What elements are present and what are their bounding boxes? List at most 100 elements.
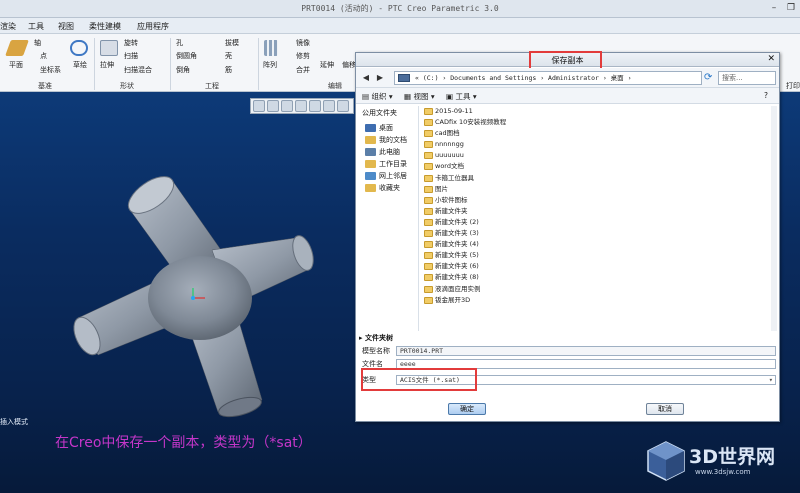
file-row[interactable]: 新建文件夹 (5) bbox=[421, 250, 777, 261]
file-row[interactable]: 图片 bbox=[421, 184, 777, 195]
shell-button[interactable]: 壳 bbox=[225, 51, 232, 61]
round-button[interactable]: 倒圆角 bbox=[176, 51, 197, 61]
repaint-icon[interactable] bbox=[295, 100, 307, 112]
file-row[interactable]: 新建文件夹 (8) bbox=[421, 272, 777, 283]
file-name: CADfix 10安装视频教程 bbox=[435, 118, 507, 127]
file-row[interactable]: 新建文件夹 bbox=[421, 206, 777, 217]
file-row[interactable]: cad图档 bbox=[421, 128, 777, 139]
file-name: 液滴面应用实例 bbox=[435, 284, 481, 293]
file-name: 新建文件夹 (2) bbox=[435, 217, 479, 226]
tab-render[interactable]: 渲染 bbox=[0, 21, 16, 32]
file-row[interactable]: 钣金展开3D bbox=[421, 295, 777, 306]
window-title: PRT0014 (活动的) - PTC Creo Parametric 3.0 bbox=[301, 4, 499, 13]
favorite-item[interactable]: 桌面 bbox=[359, 122, 418, 134]
favorite-item[interactable]: 网上邻居 bbox=[359, 170, 418, 182]
merge-button[interactable]: 合并 bbox=[296, 65, 310, 75]
chamfer-button[interactable]: 倒角 bbox=[176, 65, 190, 75]
point-button[interactable]: 点 bbox=[40, 51, 47, 61]
tools-button[interactable]: ▣ 工具 ▾ bbox=[446, 91, 477, 102]
cancel-button[interactable]: 取消 bbox=[646, 403, 684, 415]
folder-icon bbox=[424, 108, 433, 115]
blend-button[interactable]: 扫描混合 bbox=[124, 65, 152, 75]
tab-applications[interactable]: 应用程序 bbox=[137, 21, 169, 32]
sweep-button[interactable]: 扫描 bbox=[124, 51, 138, 61]
refresh-icon[interactable]: ⟳ bbox=[704, 72, 716, 84]
orient-icon[interactable] bbox=[309, 100, 321, 112]
group-shapes[interactable]: 形状 bbox=[120, 81, 134, 91]
zoom-in-icon[interactable] bbox=[267, 100, 279, 112]
group-editing[interactable]: 编辑 bbox=[328, 81, 342, 91]
hole-button[interactable]: 孔 bbox=[176, 38, 183, 48]
group-engineering[interactable]: 工程 bbox=[205, 81, 219, 91]
address-path: « (C:) › Documents and Settings › Admini… bbox=[415, 74, 632, 82]
file-row[interactable]: 小软件图标 bbox=[421, 195, 777, 206]
file-row[interactable]: 2015-09-11 bbox=[421, 106, 777, 117]
divider bbox=[94, 38, 95, 90]
save-copy-dialog: 保存副本 ✕ ◀ ▶ « (C:) › Documents and Settin… bbox=[355, 51, 780, 422]
offset-button[interactable]: 偏移 bbox=[342, 60, 356, 70]
organize-button[interactable]: ▤ 组织 ▾ bbox=[362, 91, 393, 102]
views-button[interactable]: ▦ 视图 ▾ bbox=[404, 91, 435, 102]
file-list-scrollbar[interactable] bbox=[771, 106, 777, 331]
file-name: 新建文件夹 (3) bbox=[435, 229, 479, 238]
print-button[interactable]: 打印 bbox=[786, 81, 800, 91]
file-row[interactable]: nnnnngg bbox=[421, 139, 777, 150]
close-icon[interactable]: ✕ bbox=[767, 54, 775, 64]
file-list: 2015-09-11 CADfix 10安装视频教程 cad图档 nnnnngg uuu… bbox=[421, 106, 777, 331]
folder-tree-toggle[interactable]: ▸ 文件夹树 bbox=[359, 333, 393, 343]
file-name: 新建文件夹 bbox=[435, 206, 468, 215]
axis-button[interactable]: 轴 bbox=[34, 38, 41, 48]
forward-icon[interactable]: ▶ bbox=[374, 72, 386, 84]
tab-tools[interactable]: 工具 bbox=[28, 21, 44, 32]
favorite-label: 我的文档 bbox=[379, 136, 407, 144]
file-row[interactable]: CADfix 10安装视频教程 bbox=[421, 117, 777, 128]
file-name: 2015-09-11 bbox=[435, 107, 473, 115]
favorites-header: 公用文件夹 bbox=[362, 109, 397, 117]
window-titlebar: PRT0014 (活动的) - PTC Creo Parametric 3.0 … bbox=[0, 0, 800, 18]
pattern-icon[interactable] bbox=[264, 40, 278, 56]
coord-button[interactable]: 坐标系 bbox=[40, 65, 61, 75]
help-icon[interactable]: ? bbox=[764, 91, 768, 100]
tab-flexible-modeling[interactable]: 柔性建模 bbox=[89, 21, 121, 32]
favorite-item[interactable]: 工作目录 bbox=[359, 158, 418, 170]
extrude-icon[interactable] bbox=[100, 40, 118, 56]
zoom-fit-icon[interactable] bbox=[253, 100, 265, 112]
folder-icon bbox=[365, 184, 376, 192]
file-row[interactable]: 新建文件夹 (6) bbox=[421, 261, 777, 272]
back-icon[interactable]: ◀ bbox=[360, 72, 372, 84]
folder-icon bbox=[424, 119, 433, 127]
folder-icon bbox=[424, 241, 433, 249]
zoom-out-icon[interactable] bbox=[281, 100, 293, 112]
minimize-icon[interactable]: – bbox=[769, 2, 779, 14]
trim-button[interactable]: 修剪 bbox=[296, 51, 310, 61]
favorite-item[interactable]: 收藏夹 bbox=[359, 182, 418, 194]
extrude-label: 拉伸 bbox=[100, 61, 114, 69]
file-row[interactable]: word文档 bbox=[421, 161, 777, 172]
tab-view[interactable]: 视图 bbox=[58, 21, 74, 32]
rib-button[interactable]: 筋 bbox=[225, 65, 232, 75]
maximize-icon[interactable]: ❐ bbox=[786, 2, 796, 14]
favorite-item[interactable]: 此电脑 bbox=[359, 146, 418, 158]
mirror-button[interactable]: 镜像 bbox=[296, 38, 310, 48]
file-row[interactable]: uuuuuuu bbox=[421, 150, 777, 161]
sketch-icon[interactable] bbox=[70, 40, 88, 56]
file-name: nnnnngg bbox=[435, 140, 464, 149]
revolve-button[interactable]: 旋转 bbox=[124, 38, 138, 48]
address-bar[interactable]: « (C:) › Documents and Settings › Admini… bbox=[394, 71, 702, 85]
search-input[interactable]: 搜索... bbox=[718, 71, 776, 85]
folder-icon bbox=[424, 263, 433, 271]
display-style-icon[interactable] bbox=[337, 100, 349, 112]
group-datum[interactable]: 基准 bbox=[38, 81, 52, 91]
ok-button[interactable]: 确定 bbox=[448, 403, 486, 415]
file-row[interactable]: 液滴面应用实例 bbox=[421, 284, 777, 295]
file-row[interactable]: 卡箍工位器具 bbox=[421, 173, 777, 184]
file-row[interactable]: 新建文件夹 (2) bbox=[421, 217, 777, 228]
saved-views-icon[interactable] bbox=[323, 100, 335, 112]
plane-icon[interactable] bbox=[5, 40, 29, 56]
extend-button[interactable]: 延伸 bbox=[320, 60, 334, 70]
file-row[interactable]: 新建文件夹 (3) bbox=[421, 228, 777, 239]
favorite-item[interactable]: 我的文档 bbox=[359, 134, 418, 146]
file-row[interactable]: 新建文件夹 (4) bbox=[421, 239, 777, 250]
folder-icon bbox=[365, 172, 376, 180]
draft-button[interactable]: 拔模 bbox=[225, 38, 239, 48]
